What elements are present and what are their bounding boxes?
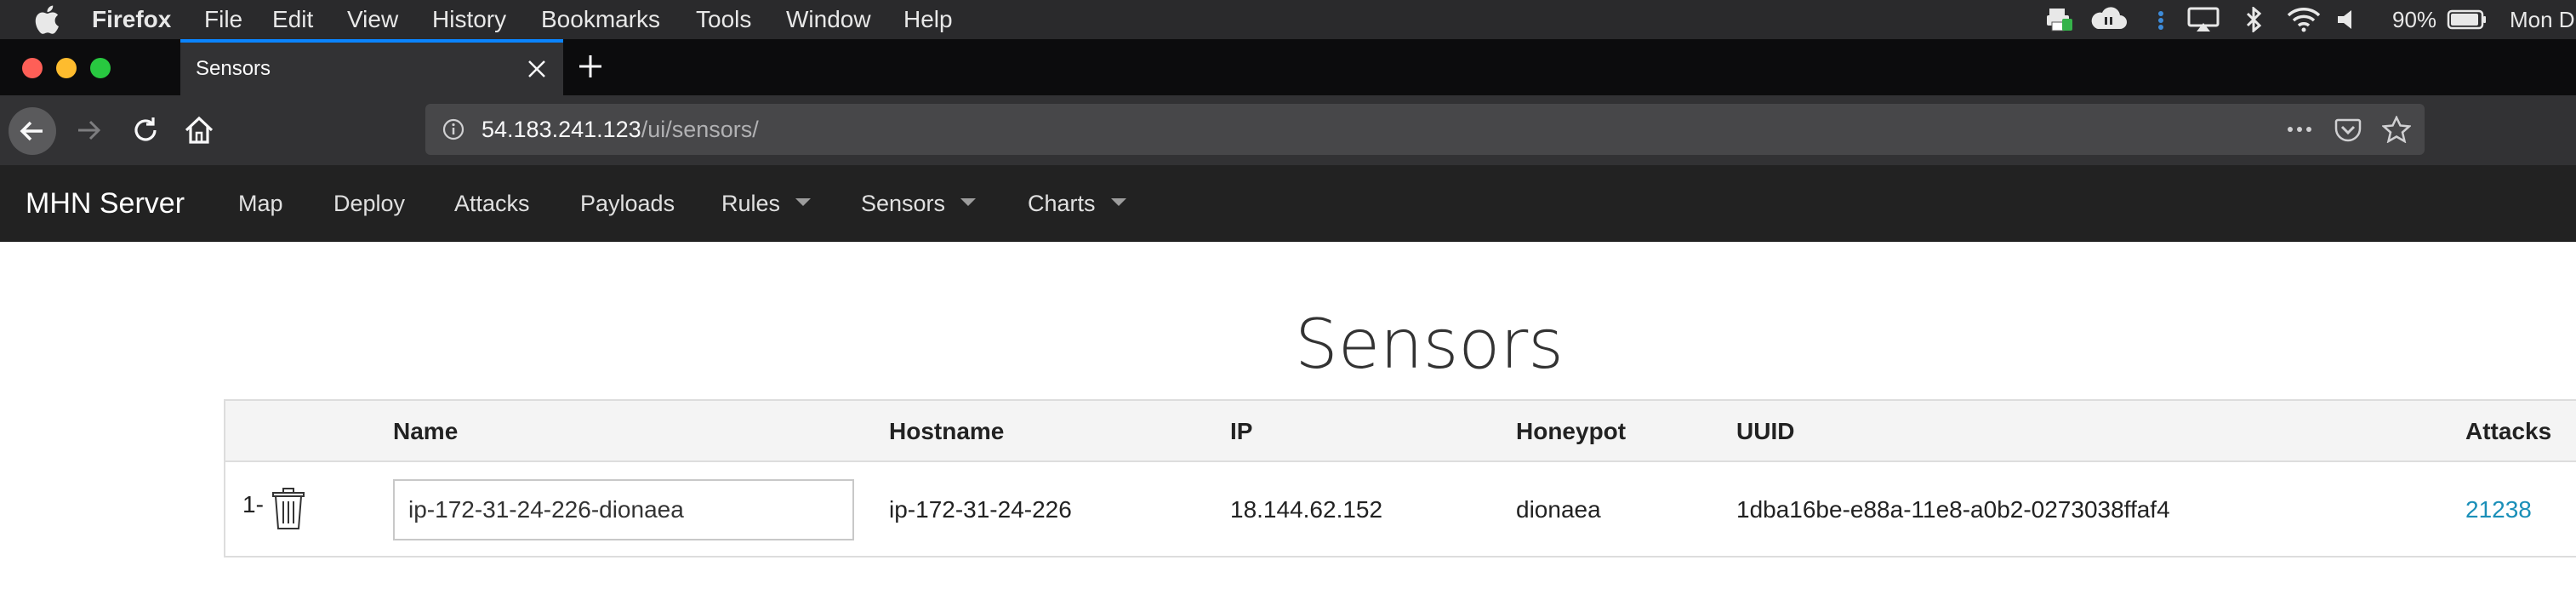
menu-clock[interactable]: Mon D bbox=[2510, 0, 2575, 39]
column-header-ip: IP bbox=[1230, 418, 1253, 444]
nav-item-charts[interactable]: Charts bbox=[1028, 165, 1126, 242]
row-index: 1- bbox=[242, 491, 264, 518]
column-header-attacks: Attacks bbox=[2465, 418, 2552, 444]
url-path: /ui/sensors/ bbox=[641, 117, 759, 142]
new-tab-plus-icon[interactable] bbox=[577, 53, 604, 80]
menu-file[interactable]: File bbox=[204, 0, 242, 39]
column-header-hostname: Hostname bbox=[889, 418, 1005, 444]
battery-icon[interactable] bbox=[2447, 7, 2488, 32]
volume-icon[interactable] bbox=[2336, 7, 2358, 32]
menu-app-firefox[interactable]: Firefox bbox=[92, 0, 171, 39]
back-button[interactable] bbox=[9, 107, 56, 155]
dots-status-icon[interactable] bbox=[2152, 7, 2169, 32]
address-bar[interactable]: 54.183.241.123/ui/sensors/ bbox=[425, 104, 2425, 155]
nav-item-attacks[interactable]: Attacks bbox=[454, 165, 530, 242]
forward-arrow-icon[interactable] bbox=[75, 117, 102, 144]
menu-window[interactable]: Window bbox=[786, 0, 871, 39]
nav-item-payloads[interactable]: Payloads bbox=[580, 165, 675, 242]
page-title: Sensors bbox=[1295, 305, 1564, 384]
menu-view[interactable]: View bbox=[347, 0, 398, 39]
back-arrow-icon bbox=[20, 121, 43, 141]
table-header-row: Name Hostname IP Honeypot UUID Attacks bbox=[225, 401, 2576, 462]
column-header-honeypot: Honeypot bbox=[1516, 418, 1627, 444]
column-header-uuid: UUID bbox=[1736, 418, 1795, 444]
page-actions-icon[interactable] bbox=[2285, 116, 2314, 143]
cell-uuid: 1dba16be-e88a-11e8-a0b2-0273038ffaf4 bbox=[1736, 496, 2170, 523]
site-info-icon[interactable] bbox=[442, 118, 464, 140]
home-icon[interactable] bbox=[184, 115, 214, 146]
nav-item-deploy[interactable]: Deploy bbox=[333, 165, 405, 242]
battery-percentage: 90% bbox=[2392, 7, 2437, 32]
macos-menu-bar: Firefox File Edit View History Bookmarks… bbox=[0, 0, 2576, 39]
bookmark-star-icon[interactable] bbox=[2382, 116, 2411, 143]
window-zoom-button[interactable] bbox=[90, 58, 111, 78]
trash-icon[interactable] bbox=[271, 488, 305, 530]
url-text[interactable]: 54.183.241.123/ui/sensors/ bbox=[482, 104, 759, 155]
menu-history[interactable]: History bbox=[432, 0, 506, 39]
cloud-sync-icon[interactable] bbox=[2089, 7, 2127, 32]
menu-bookmarks[interactable]: Bookmarks bbox=[541, 0, 660, 39]
pocket-icon[interactable] bbox=[2334, 116, 2362, 143]
menu-edit[interactable]: Edit bbox=[272, 0, 313, 39]
nav-item-sensors[interactable]: Sensors bbox=[861, 165, 977, 242]
menu-tools[interactable]: Tools bbox=[696, 0, 751, 39]
table-row: 1- ip-172-31-24-226 18.144.62.152 dionae… bbox=[225, 462, 2576, 558]
sensors-table: Name Hostname IP Honeypot UUID Attacks 1… bbox=[224, 399, 2576, 558]
app-brand[interactable]: MHN Server bbox=[26, 165, 185, 242]
cell-ip: 18.144.62.152 bbox=[1230, 496, 1383, 523]
tab-close-icon[interactable] bbox=[527, 60, 546, 78]
nav-item-charts-label: Charts bbox=[1028, 191, 1096, 216]
printer-status-icon[interactable] bbox=[2045, 7, 2074, 32]
nav-item-sensors-label: Sensors bbox=[861, 191, 946, 216]
tab-title: Sensors bbox=[196, 57, 271, 80]
apple-icon[interactable] bbox=[34, 5, 60, 34]
column-header-name: Name bbox=[393, 418, 459, 444]
url-host: 54.183.241.123 bbox=[482, 117, 641, 142]
app-navbar: MHN Server Map Deploy Attacks Payloads R… bbox=[0, 165, 2576, 242]
nav-item-rules[interactable]: Rules bbox=[721, 165, 812, 242]
attacks-count-link[interactable]: 21238 bbox=[2465, 462, 2532, 558]
bluetooth-icon[interactable] bbox=[2243, 7, 2266, 32]
nav-item-map[interactable]: Map bbox=[238, 165, 283, 242]
browser-tab-active[interactable]: Sensors bbox=[180, 39, 563, 95]
window-close-button[interactable] bbox=[22, 58, 43, 78]
reload-icon[interactable] bbox=[131, 116, 160, 145]
airplay-icon[interactable] bbox=[2186, 7, 2220, 32]
cell-hostname: ip-172-31-24-226 bbox=[889, 496, 1072, 523]
sensor-name-input[interactable] bbox=[393, 479, 854, 540]
chevron-down-icon bbox=[1110, 198, 1126, 207]
nav-item-rules-label: Rules bbox=[721, 191, 781, 216]
chevron-down-icon bbox=[795, 198, 812, 207]
wifi-icon[interactable] bbox=[2287, 7, 2321, 32]
menu-help[interactable]: Help bbox=[903, 0, 953, 39]
cell-honeypot: dionaea bbox=[1516, 496, 1601, 523]
window-minimize-button[interactable] bbox=[56, 58, 77, 78]
chevron-down-icon bbox=[960, 198, 977, 207]
